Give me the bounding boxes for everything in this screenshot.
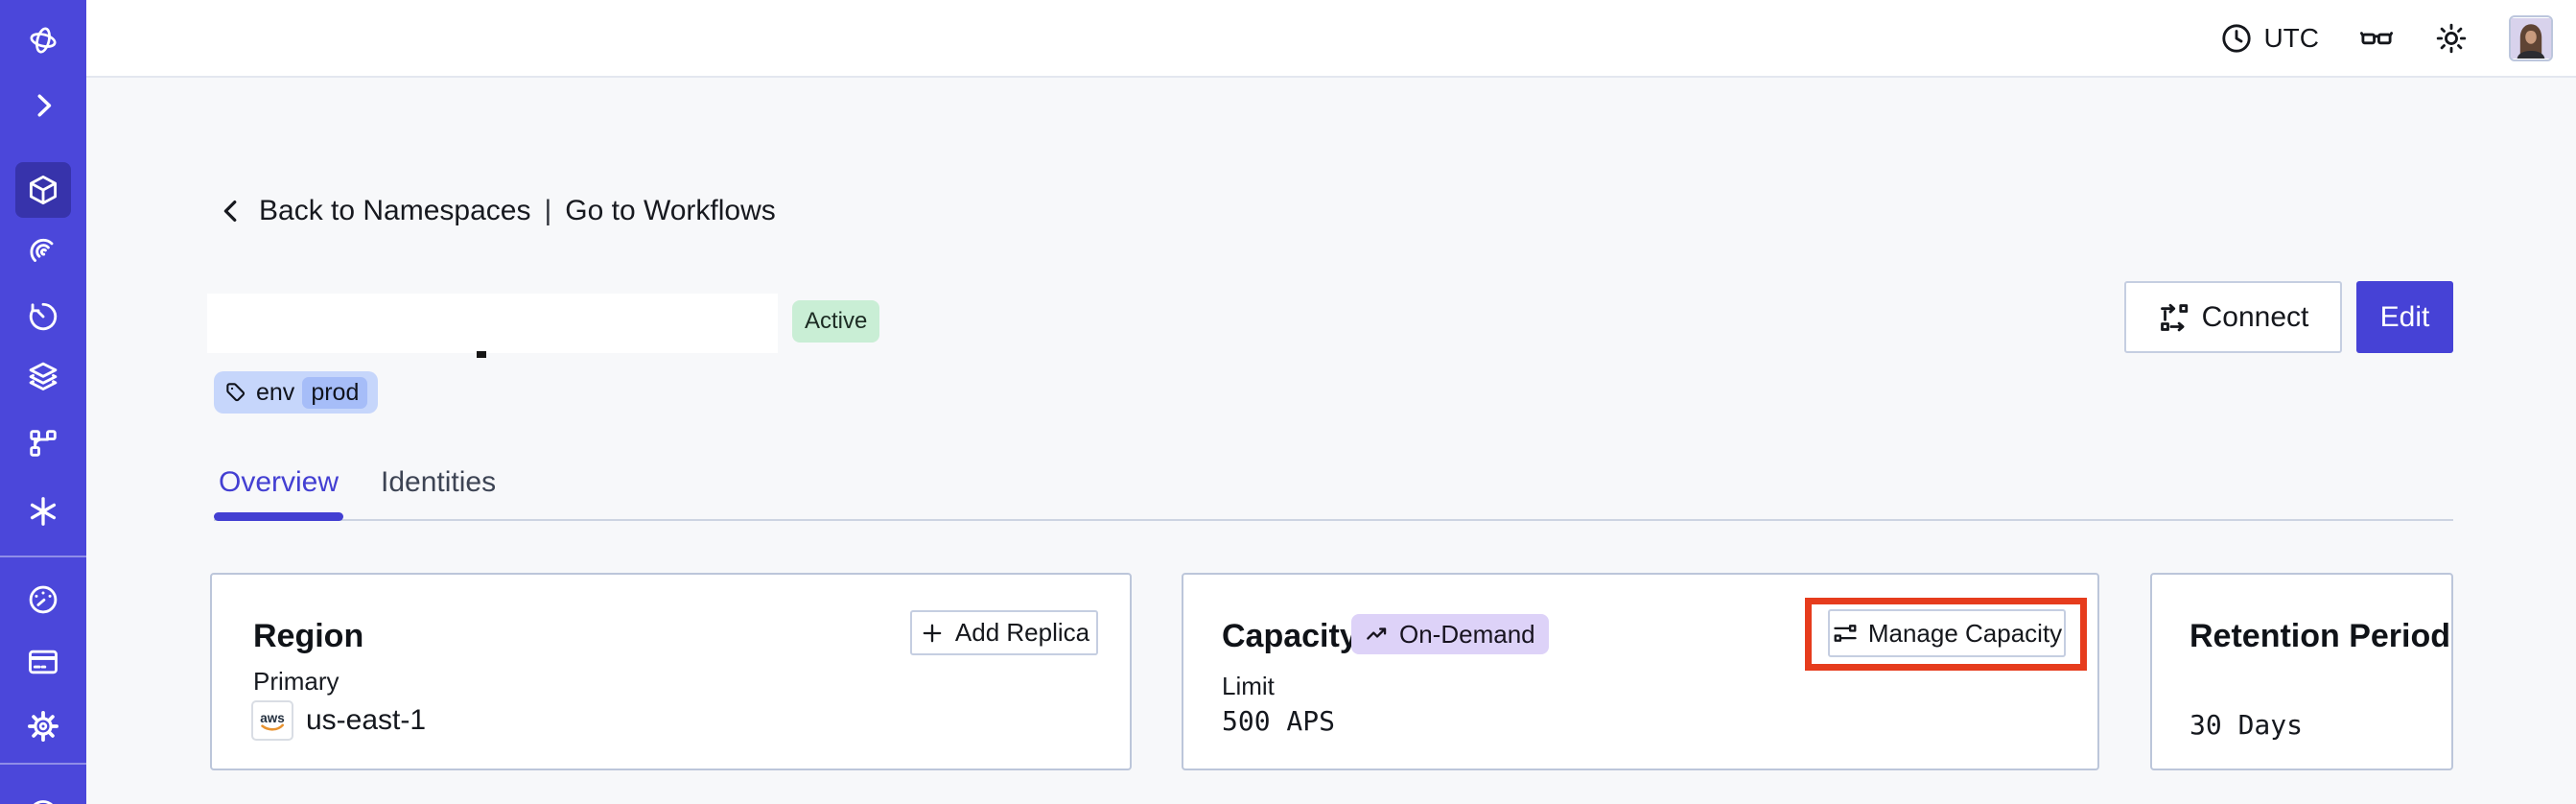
- namespaces-cube-icon: [29, 175, 58, 205]
- redaction-artifact-dot: [477, 351, 486, 358]
- namespace-detail-page: UTC Back to Namespaces | Go to Workflows…: [0, 0, 2576, 804]
- sidebar-divider: [0, 556, 86, 557]
- breadcrumb-back-link[interactable]: Back to Namespaces: [259, 195, 530, 227]
- gear-icon: [28, 711, 59, 742]
- labs-glasses-icon[interactable]: [2359, 21, 2394, 56]
- sidebar-expand-chevron-icon[interactable]: [22, 84, 64, 127]
- sidebar-divider: [0, 763, 86, 765]
- tag-value-chip: prod: [302, 376, 368, 409]
- add-replica-label: Add Replica: [954, 618, 1090, 647]
- aws-provider-icon: aws: [251, 700, 293, 741]
- sliders-icon: [1834, 625, 1857, 642]
- region-value: us-east-1: [306, 704, 427, 736]
- sidebar-item-profile[interactable]: [22, 791, 64, 804]
- breadcrumb-separator: |: [544, 195, 552, 226]
- breadcrumb: Back to Namespaces | Go to Workflows: [217, 195, 776, 227]
- breadcrumb-workflows-link[interactable]: Go to Workflows: [565, 195, 776, 227]
- manage-capacity-label: Manage Capacity: [1867, 618, 2063, 648]
- user-avatar[interactable]: [2509, 14, 2553, 61]
- connect-button-label: Connect: [2201, 300, 2309, 333]
- retention-card-title: Retention Period: [2190, 618, 2451, 654]
- status-badge-label: Active: [805, 308, 868, 334]
- branch-icon: [30, 430, 57, 457]
- limit-label: Limit: [1222, 672, 1275, 700]
- theme-sun-icon[interactable]: [2434, 21, 2469, 56]
- sidebar-item-settings[interactable]: [22, 705, 64, 747]
- billing-card-icon: [29, 650, 58, 674]
- sidebar: [0, 0, 86, 804]
- retention-card: Retention Period 30 Days: [2150, 573, 2453, 770]
- connect-button[interactable]: Connect: [2124, 281, 2342, 353]
- tag-icon: [226, 382, 246, 401]
- ondemand-badge-label: On-Demand: [1399, 619, 1535, 649]
- sidebar-item-schedules[interactable]: [22, 296, 64, 338]
- sidebar-item-billing[interactable]: [22, 641, 64, 683]
- capacity-card: Capacity On-Demand Manage Capacity Limit…: [1182, 573, 2099, 770]
- tabs-baseline: [214, 519, 2453, 521]
- sidebar-item-worker-deployments[interactable]: [22, 422, 64, 464]
- chevron-left-icon[interactable]: [217, 197, 246, 225]
- ondemand-badge: On-Demand: [1351, 614, 1549, 654]
- timezone-selector[interactable]: UTC: [2219, 21, 2319, 56]
- tab-identities[interactable]: Identities: [381, 466, 496, 499]
- retention-value: 30 Days: [2190, 709, 2304, 741]
- tab-overview[interactable]: Overview: [219, 466, 339, 499]
- active-tab-indicator: [214, 512, 343, 521]
- region-card-title: Region: [253, 618, 364, 654]
- trending-up-icon: [1367, 627, 1387, 640]
- sidebar-item-workflows[interactable]: [22, 231, 64, 273]
- edit-button[interactable]: Edit: [2356, 281, 2453, 353]
- sidebar-item-namespaces[interactable]: [15, 162, 71, 218]
- add-replica-button[interactable]: Add Replica: [910, 610, 1098, 655]
- manage-capacity-button[interactable]: Manage Capacity: [1828, 609, 2066, 657]
- edit-button-label: Edit: [2379, 300, 2430, 333]
- status-badge: Active: [792, 300, 880, 343]
- nexus-asterisk-icon: [30, 497, 57, 526]
- plus-icon: [923, 624, 942, 642]
- connect-icon: [2160, 303, 2188, 331]
- topbar: UTC: [86, 0, 2576, 78]
- clock-icon: [2219, 21, 2254, 56]
- namespace-tag: env prod: [214, 371, 379, 414]
- gauge-icon: [29, 585, 58, 614]
- tag-key: env: [256, 378, 295, 406]
- sidebar-item-deployments[interactable]: [22, 355, 64, 397]
- temporal-logo-icon[interactable]: [22, 19, 64, 61]
- profile-circle-icon: [33, 800, 54, 804]
- namespace-title-redacted: [207, 294, 778, 353]
- workflows-spiral-icon: [30, 238, 54, 262]
- primary-label: Primary: [253, 667, 340, 696]
- schedules-timer-icon: [29, 302, 58, 331]
- capacity-card-title: Capacity: [1222, 618, 1358, 654]
- limit-value: 500 APS: [1222, 705, 1336, 737]
- primary-region-row: aws us-east-1: [251, 700, 426, 741]
- timezone-label: UTC: [2263, 22, 2319, 53]
- sidebar-item-nexus[interactable]: [22, 490, 64, 532]
- sidebar-item-usage[interactable]: [22, 579, 64, 621]
- region-card: Region Add Replica Primary aws us-east-1: [210, 573, 1132, 770]
- aws-label: aws: [260, 711, 284, 725]
- layers-stack-icon: [29, 362, 58, 390]
